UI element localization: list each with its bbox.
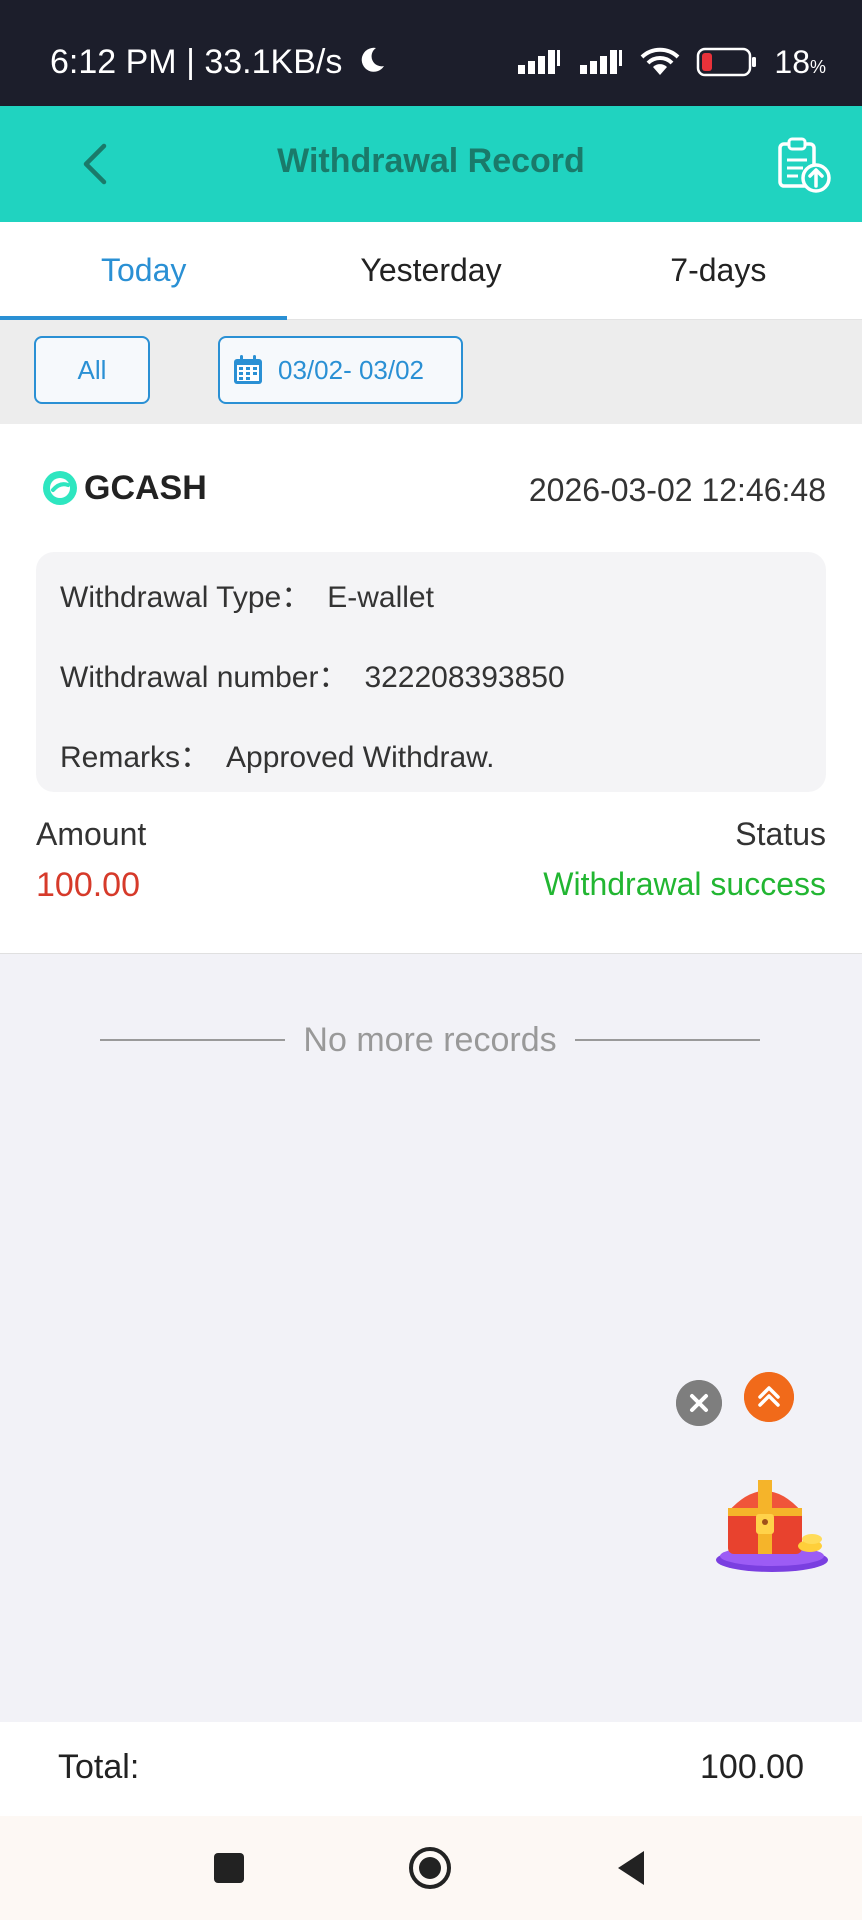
amount-value: 100.00 xyxy=(36,866,140,904)
status-value: Withdrawal success xyxy=(543,866,826,902)
double-chevron-up-icon[interactable] xyxy=(744,1372,794,1422)
divider-left xyxy=(100,1039,286,1041)
withdrawal-record-card[interactable]: GCASH 2026-03-02 12:46:48 Withdrawal Typ… xyxy=(0,424,862,954)
tab-yesterday[interactable]: Yesterday xyxy=(287,222,574,319)
back-icon[interactable] xyxy=(608,1844,656,1892)
total-value: 100.00 xyxy=(700,1748,804,1786)
recent-apps-icon[interactable] xyxy=(205,1844,253,1892)
filter-bar: All 03/02- 03/02 xyxy=(0,320,862,424)
total-bar: Total: 100.00 xyxy=(0,1722,862,1816)
gcash-logo-icon xyxy=(43,471,77,505)
withdrawal-number-label: Withdrawal number： xyxy=(60,661,349,694)
calendar-icon xyxy=(234,355,262,384)
record-datetime: 2026-03-02 12:46:48 xyxy=(528,472,826,508)
status-bar: 6:12 PM | 33.1KB/s 18% xyxy=(0,0,862,106)
payment-brand: GCASH xyxy=(40,468,207,508)
app-header: Withdrawal Record xyxy=(0,106,862,222)
withdrawal-number-value: 322208393850 xyxy=(364,661,565,694)
system-nav-bar xyxy=(0,1816,862,1920)
withdrawal-type-label: Withdrawal Type： xyxy=(60,581,312,614)
list-end-indicator: No more records xyxy=(100,1018,761,1062)
page-title: Withdrawal Record xyxy=(277,142,585,180)
clipboard-upload-icon[interactable] xyxy=(776,136,832,194)
remarks-label: Remarks： xyxy=(60,741,211,774)
date-tabs: Today Yesterday 7-days xyxy=(0,222,862,320)
record-details: Withdrawal Type： E-wallet Withdrawal numb… xyxy=(36,552,826,792)
remarks-value: Approved Withdraw. xyxy=(226,741,495,774)
date-range-button[interactable]: 03/02- 03/02 xyxy=(218,336,463,404)
home-icon[interactable] xyxy=(406,1844,454,1892)
battery-icon xyxy=(697,47,757,77)
total-label: Total: xyxy=(58,1748,140,1786)
signal-icon-2 xyxy=(580,50,623,74)
battery-percent: 18% xyxy=(774,43,826,80)
brand-name: GCASH xyxy=(84,468,207,507)
no-more-records-text: No more records xyxy=(303,1020,557,1059)
treasure-chest-icon[interactable] xyxy=(712,1470,832,1574)
tab-7-days[interactable]: 7-days xyxy=(575,222,862,319)
signal-icon-1 xyxy=(518,50,561,74)
status-time: 6:12 PM | 33.1KB/s xyxy=(50,40,388,84)
withdrawal-type-value: E-wallet xyxy=(327,581,434,614)
status-label: Status xyxy=(735,816,826,852)
withdrawal-number-row: Withdrawal number： 322208393850 xyxy=(60,652,565,696)
close-icon[interactable] xyxy=(676,1380,722,1426)
tab-today[interactable]: Today xyxy=(0,222,288,320)
status-icons: 18% xyxy=(516,40,826,84)
wifi-icon xyxy=(641,47,680,75)
date-range-label: 03/02- 03/02 xyxy=(278,355,425,385)
remarks-row: Remarks： Approved Withdraw. xyxy=(60,732,494,776)
withdrawal-type-row: Withdrawal Type： E-wallet xyxy=(60,572,434,616)
type-filter-button[interactable]: All xyxy=(34,336,150,404)
divider-right xyxy=(574,1039,761,1041)
moon-icon xyxy=(361,47,384,72)
amount-label: Amount xyxy=(36,816,147,852)
